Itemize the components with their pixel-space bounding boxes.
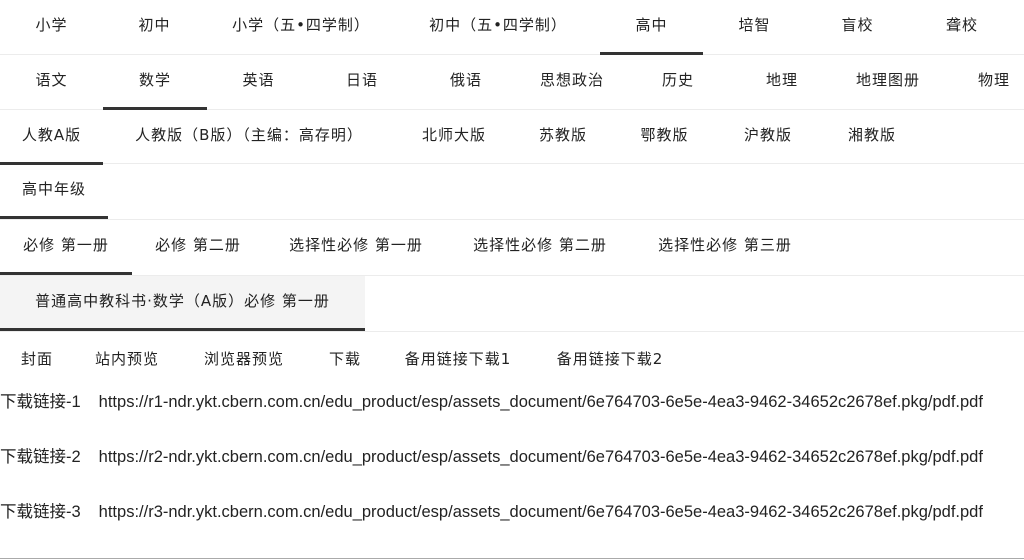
tab-level-blind[interactable]: 盲校	[806, 0, 909, 52]
tab-subject-russian[interactable]: 俄语	[414, 55, 518, 107]
tab-subject-history[interactable]: 历史	[626, 55, 730, 107]
tab-edition-xiang[interactable]: 湘教版	[820, 110, 924, 162]
browser-preview-link[interactable]: 浏览器预览	[180, 332, 308, 387]
tab-subject-japanese[interactable]: 日语	[310, 55, 414, 107]
tab-subject-geography[interactable]: 地理	[730, 55, 834, 107]
book-tabs: 普通高中教科书·数学（A版）必修 第一册	[0, 276, 1024, 332]
download-entry-2: 下载链接-2 https://r2-ndr.ykt.cbern.com.cn/ed…	[0, 444, 1000, 471]
tab-level-primary[interactable]: 小学	[0, 0, 103, 52]
tab-volume-elective-2[interactable]: 选择性必修 第二册	[448, 220, 632, 272]
edition-tabs: 人教A版 人教版（B版）（主编：高存明） 北师大版 苏教版 鄂教版 沪教版 湘教…	[0, 110, 1024, 165]
download-url[interactable]: https://r1-ndr.ykt.cbern.com.cn/edu_prod…	[99, 393, 983, 411]
tab-edition-e[interactable]: 鄂教版	[613, 110, 716, 162]
download-label: 下载链接-3	[0, 503, 81, 521]
tab-level-junior[interactable]: 初中	[103, 0, 206, 52]
cover-link[interactable]: 封面	[0, 332, 74, 387]
tab-level-senior[interactable]: 高中	[600, 0, 703, 55]
tab-level-deaf[interactable]: 聋校	[909, 0, 1015, 52]
download-url[interactable]: https://r2-ndr.ykt.cbern.com.cn/edu_prod…	[99, 448, 983, 466]
tab-volume-elective-1[interactable]: 选择性必修 第一册	[264, 220, 448, 272]
tab-edition-bnu[interactable]: 北师大版	[395, 110, 513, 162]
tab-volume-required-2[interactable]: 必修 第二册	[132, 220, 264, 272]
tab-level-junior-54[interactable]: 初中（五•四学制）	[396, 0, 600, 52]
grade-tabs: 高中年级	[0, 164, 1024, 220]
download-url[interactable]: https://r3-ndr.ykt.cbern.com.cn/edu_prod…	[99, 503, 983, 521]
tab-grade-senior[interactable]: 高中年级	[0, 164, 108, 219]
subject-tabs: 语文 数学 英语 日语 俄语 思想政治 历史 地理 地理图册 物理	[0, 55, 1024, 110]
download-label: 下载链接-1	[0, 393, 81, 411]
action-links: 封面 站内预览 浏览器预览 下载 备用链接下载1 备用链接下载2	[0, 332, 1024, 387]
tab-edition-pep-b[interactable]: 人教版（B版）（主编：高存明）	[103, 110, 395, 162]
bottom-divider	[0, 558, 1024, 559]
tab-subject-physics[interactable]: 物理	[942, 55, 1024, 107]
download-entry-3: 下载链接-3 https://r3-ndr.ykt.cbern.com.cn/ed…	[0, 499, 1000, 526]
tab-subject-english[interactable]: 英语	[207, 55, 310, 107]
download-entry-1: 下载链接-1 https://r1-ndr.ykt.cbern.com.cn/ed…	[0, 389, 1000, 416]
tab-edition-hu[interactable]: 沪教版	[716, 110, 820, 162]
tab-level-peizhi[interactable]: 培智	[703, 0, 806, 52]
tab-edition-pep-a[interactable]: 人教A版	[0, 110, 103, 165]
volume-tabs: 必修 第一册 必修 第二册 选择性必修 第一册 选择性必修 第二册 选择性必修 …	[0, 220, 1024, 276]
download-label: 下载链接-2	[0, 448, 81, 466]
tab-edition-su[interactable]: 苏教版	[513, 110, 613, 162]
tab-volume-elective-3[interactable]: 选择性必修 第三册	[632, 220, 818, 272]
level-tabs: 小学 初中 小学（五•四学制） 初中（五•四学制） 高中 培智 盲校 聋校	[0, 0, 1024, 55]
tab-volume-required-1[interactable]: 必修 第一册	[0, 220, 132, 275]
site-preview-link[interactable]: 站内预览	[74, 332, 180, 387]
tab-book-math-a-required-1[interactable]: 普通高中教科书·数学（A版）必修 第一册	[0, 276, 365, 331]
tab-subject-math[interactable]: 数学	[103, 55, 207, 110]
tab-subject-chinese[interactable]: 语文	[0, 55, 103, 107]
tab-subject-geo-atlas[interactable]: 地理图册	[834, 55, 942, 107]
tab-level-primary-54[interactable]: 小学（五•四学制）	[206, 0, 396, 52]
backup-download-2-link[interactable]: 备用链接下载2	[534, 332, 686, 387]
backup-download-1-link[interactable]: 备用链接下载1	[382, 332, 534, 387]
tab-subject-politics[interactable]: 思想政治	[518, 55, 626, 107]
download-link[interactable]: 下载	[308, 332, 382, 387]
